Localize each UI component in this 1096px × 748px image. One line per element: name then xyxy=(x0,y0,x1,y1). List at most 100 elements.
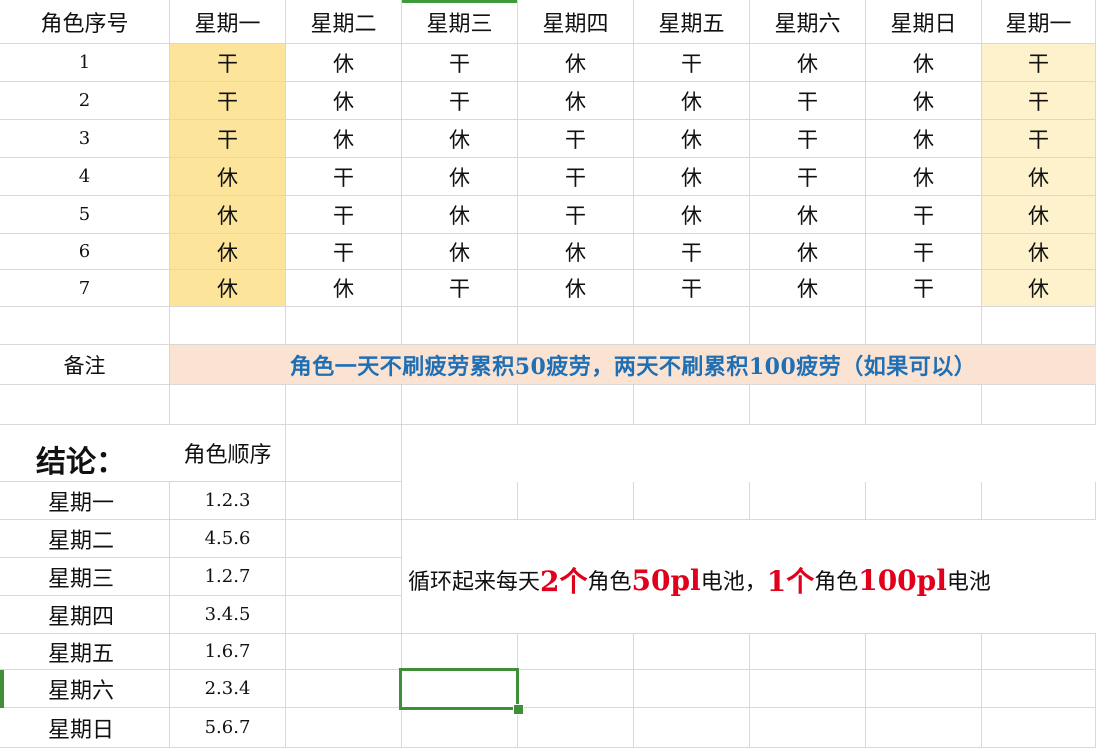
role-number-cell[interactable]: 6 xyxy=(0,234,170,270)
schedule-cell[interactable]: 休 xyxy=(402,196,518,234)
schedule-cell[interactable]: 休 xyxy=(866,44,982,82)
empty-cell[interactable] xyxy=(982,708,1096,748)
empty-cell[interactable] xyxy=(866,670,982,708)
schedule-cell[interactable]: 休 xyxy=(634,82,750,120)
schedule-cell[interactable]: 休 xyxy=(518,44,634,82)
empty-cell[interactable] xyxy=(634,670,750,708)
empty-cell[interactable] xyxy=(170,385,286,425)
schedule-cell[interactable]: 休 xyxy=(286,82,402,120)
schedule-cell[interactable]: 休 xyxy=(402,234,518,270)
empty-cell[interactable] xyxy=(866,634,982,670)
schedule-cell[interactable]: 休 xyxy=(866,120,982,158)
empty-cell[interactable] xyxy=(518,307,634,345)
schedule-cell[interactable]: 干 xyxy=(402,82,518,120)
day-label-cell[interactable]: 星期三 xyxy=(0,558,170,596)
schedule-cell[interactable]: 休 xyxy=(750,196,866,234)
role-number-cell[interactable]: 1 xyxy=(0,44,170,82)
role-number-cell[interactable]: 7 xyxy=(0,270,170,307)
day-label-cell[interactable]: 星期日 xyxy=(0,708,170,748)
column-header-day[interactable]: 星期四 xyxy=(518,0,634,44)
schedule-cell[interactable]: 干 xyxy=(634,270,750,307)
note-text[interactable]: 角色一天不刷疲劳累积50疲劳，两天不刷累积100疲劳（如果可以） xyxy=(170,345,1096,385)
schedule-cell[interactable]: 干 xyxy=(982,44,1096,82)
empty-cell[interactable] xyxy=(286,634,402,670)
fill-handle[interactable] xyxy=(513,704,524,715)
schedule-cell[interactable]: 干 xyxy=(170,82,286,120)
empty-cell[interactable] xyxy=(518,482,634,520)
empty-cell[interactable] xyxy=(866,307,982,345)
schedule-cell[interactable]: 干 xyxy=(170,120,286,158)
schedule-cell[interactable]: 干 xyxy=(518,196,634,234)
schedule-cell[interactable]: 休 xyxy=(402,120,518,158)
schedule-cell[interactable]: 休 xyxy=(982,270,1096,307)
order-cell[interactable]: 1.6.7 xyxy=(170,634,286,670)
empty-cell[interactable] xyxy=(402,708,518,748)
empty-cell[interactable] xyxy=(750,634,866,670)
schedule-cell[interactable]: 休 xyxy=(518,270,634,307)
empty-cell[interactable] xyxy=(286,558,402,596)
empty-cell[interactable] xyxy=(286,670,402,708)
schedule-cell[interactable]: 休 xyxy=(634,196,750,234)
schedule-cell[interactable]: 干 xyxy=(750,120,866,158)
empty-cell[interactable] xyxy=(750,482,866,520)
column-header-day[interactable]: 星期三 xyxy=(402,0,518,44)
column-header-day[interactable]: 星期一 xyxy=(170,0,286,44)
schedule-cell[interactable]: 休 xyxy=(518,234,634,270)
schedule-cell[interactable]: 休 xyxy=(750,234,866,270)
empty-cell[interactable] xyxy=(866,482,982,520)
schedule-cell[interactable]: 干 xyxy=(866,234,982,270)
empty-cell[interactable] xyxy=(286,385,402,425)
empty-cell[interactable] xyxy=(750,708,866,748)
empty-cell[interactable] xyxy=(0,307,170,345)
schedule-cell[interactable]: 干 xyxy=(866,270,982,307)
empty-cell[interactable] xyxy=(866,385,982,425)
schedule-cell[interactable]: 干 xyxy=(750,82,866,120)
column-header-day[interactable]: 星期日 xyxy=(866,0,982,44)
schedule-cell[interactable]: 干 xyxy=(982,82,1096,120)
conclusion-title[interactable]: 结论： xyxy=(36,437,126,481)
empty-cell[interactable] xyxy=(286,307,402,345)
empty-cell[interactable] xyxy=(634,482,750,520)
schedule-cell[interactable]: 休 xyxy=(866,158,982,196)
role-number-cell[interactable]: 5 xyxy=(0,196,170,234)
schedule-cell[interactable]: 休 xyxy=(170,196,286,234)
empty-cell[interactable] xyxy=(402,385,518,425)
empty-cell[interactable] xyxy=(286,596,402,634)
schedule-cell[interactable]: 干 xyxy=(286,158,402,196)
schedule-cell[interactable]: 干 xyxy=(634,234,750,270)
empty-cell[interactable] xyxy=(518,385,634,425)
column-header-day[interactable]: 星期五 xyxy=(634,0,750,44)
empty-cell[interactable] xyxy=(866,708,982,748)
schedule-cell[interactable]: 干 xyxy=(982,120,1096,158)
empty-cell[interactable] xyxy=(982,482,1096,520)
empty-cell[interactable] xyxy=(286,482,402,520)
empty-cell[interactable] xyxy=(634,634,750,670)
schedule-cell[interactable]: 休 xyxy=(402,158,518,196)
empty-cell[interactable] xyxy=(518,670,634,708)
order-cell[interactable]: 4.5.6 xyxy=(170,520,286,558)
order-cell[interactable]: 1.2.7 xyxy=(170,558,286,596)
order-cell[interactable]: 3.4.5 xyxy=(170,596,286,634)
schedule-cell[interactable]: 休 xyxy=(866,82,982,120)
empty-cell[interactable] xyxy=(402,634,518,670)
schedule-cell[interactable]: 干 xyxy=(866,196,982,234)
empty-cell[interactable] xyxy=(0,385,170,425)
day-label-cell[interactable]: 星期五 xyxy=(0,634,170,670)
schedule-cell[interactable]: 干 xyxy=(750,158,866,196)
schedule-cell[interactable]: 休 xyxy=(170,234,286,270)
empty-cell[interactable] xyxy=(402,482,518,520)
schedule-cell[interactable]: 休 xyxy=(634,158,750,196)
note-label[interactable]: 备注 xyxy=(0,345,170,385)
schedule-cell[interactable]: 休 xyxy=(518,82,634,120)
role-number-cell[interactable]: 3 xyxy=(0,120,170,158)
schedule-cell[interactable]: 休 xyxy=(286,44,402,82)
column-header-day[interactable]: 星期一 xyxy=(982,0,1096,44)
column-header-day[interactable]: 星期六 xyxy=(750,0,866,44)
empty-cell[interactable] xyxy=(286,425,402,482)
role-number-cell[interactable]: 2 xyxy=(0,82,170,120)
empty-cell[interactable] xyxy=(286,520,402,558)
schedule-cell[interactable]: 干 xyxy=(402,44,518,82)
day-label-cell[interactable]: 星期六 xyxy=(0,670,170,708)
empty-cell[interactable] xyxy=(634,307,750,345)
summary-text[interactable]: 循环起来每天 2个 角色 50pl 电池， 1个 角色 100pl 电池 xyxy=(408,559,991,601)
